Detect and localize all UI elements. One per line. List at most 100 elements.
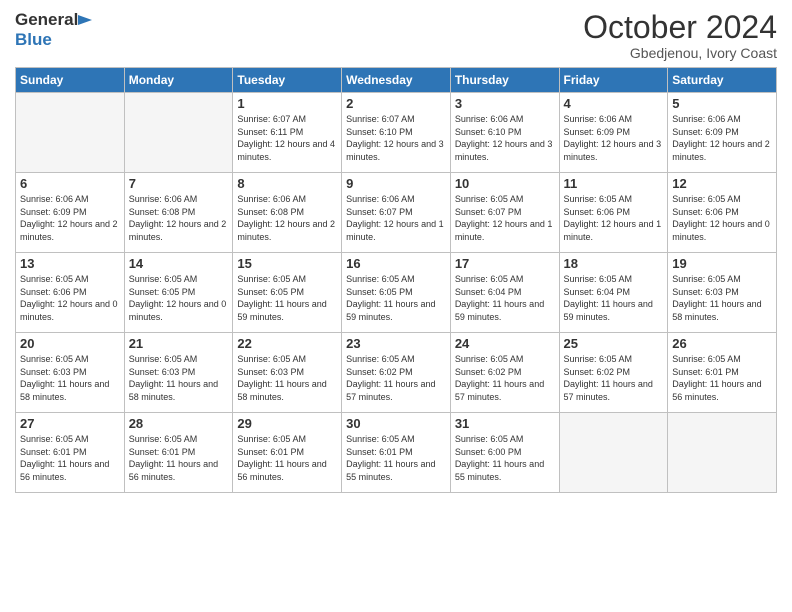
table-row: 29 Sunrise: 6:05 AMSunset: 6:01 PMDayligh… <box>233 413 342 493</box>
table-row: 31 Sunrise: 6:05 AMSunset: 6:00 PMDayligh… <box>450 413 559 493</box>
table-row: 26 Sunrise: 6:05 AMSunset: 6:01 PMDayligh… <box>668 333 777 413</box>
table-row: 11 Sunrise: 6:05 AMSunset: 6:06 PMDayligh… <box>559 173 668 253</box>
logo: General Blue <box>15 10 78 50</box>
table-row: 15 Sunrise: 6:05 AMSunset: 6:05 PMDayligh… <box>233 253 342 333</box>
calendar-week-row: 6Sunrise: 6:06 AMSunset: 6:09 PMDaylight… <box>16 173 777 253</box>
day-info: Sunrise: 6:05 AMSunset: 6:03 PMDaylight:… <box>129 353 229 403</box>
logo-bird-icon <box>78 10 92 30</box>
table-row <box>124 93 233 173</box>
table-row <box>16 93 125 173</box>
day-info: Sunrise: 6:06 AMSunset: 6:08 PMDaylight:… <box>129 193 229 243</box>
day-number: 29 <box>237 416 337 431</box>
day-info: Sunrise: 6:05 AMSunset: 6:06 PMDaylight:… <box>672 193 772 243</box>
calendar-week-row: 20 Sunrise: 6:05 AMSunset: 6:03 PMDayligh… <box>16 333 777 413</box>
logo-general: General <box>15 10 78 29</box>
day-number: 28 <box>129 416 229 431</box>
table-row: 12 Sunrise: 6:05 AMSunset: 6:06 PMDayligh… <box>668 173 777 253</box>
table-row <box>559 413 668 493</box>
col-friday: Friday <box>559 68 668 93</box>
col-saturday: Saturday <box>668 68 777 93</box>
table-row: 18 Sunrise: 6:05 AMSunset: 6:04 PMDayligh… <box>559 253 668 333</box>
day-info: Sunrise: 6:05 AMSunset: 6:02 PMDaylight:… <box>564 353 664 403</box>
table-row: 24Sunrise: 6:05 AMSunset: 6:02 PMDayligh… <box>450 333 559 413</box>
table-row: 8Sunrise: 6:06 AMSunset: 6:08 PMDaylight… <box>233 173 342 253</box>
table-row: 14 Sunrise: 6:05 AMSunset: 6:05 PMDayligh… <box>124 253 233 333</box>
day-info: Sunrise: 6:05 AMSunset: 6:01 PMDaylight:… <box>129 433 229 483</box>
table-row: 27 Sunrise: 6:05 AMSunset: 6:01 PMDayligh… <box>16 413 125 493</box>
table-row: 20 Sunrise: 6:05 AMSunset: 6:03 PMDayligh… <box>16 333 125 413</box>
table-row: 22Sunrise: 6:05 AMSunset: 6:03 PMDayligh… <box>233 333 342 413</box>
day-info: Sunrise: 6:05 AMSunset: 6:05 PMDaylight:… <box>129 273 229 323</box>
day-info: Sunrise: 6:05 AMSunset: 6:03 PMDaylight:… <box>237 353 337 403</box>
page: General Blue October 2024 Gbedjenou, Ivo… <box>0 0 792 612</box>
day-info: Sunrise: 6:05 AMSunset: 6:06 PMDaylight:… <box>564 193 664 243</box>
day-number: 31 <box>455 416 555 431</box>
day-info: Sunrise: 6:05 AMSunset: 6:01 PMDaylight:… <box>20 433 120 483</box>
day-info: Sunrise: 6:05 AMSunset: 6:05 PMDaylight:… <box>346 273 446 323</box>
col-tuesday: Tuesday <box>233 68 342 93</box>
day-info: Sunrise: 6:06 AMSunset: 6:10 PMDaylight:… <box>455 113 555 163</box>
logo-blue-text: Blue <box>15 30 52 50</box>
day-number: 11 <box>564 176 664 191</box>
table-row: 6Sunrise: 6:06 AMSunset: 6:09 PMDaylight… <box>16 173 125 253</box>
calendar-week-row: 27 Sunrise: 6:05 AMSunset: 6:01 PMDayligh… <box>16 413 777 493</box>
day-info: Sunrise: 6:05 AMSunset: 6:03 PMDaylight:… <box>20 353 120 403</box>
table-row: 2 Sunrise: 6:07 AMSunset: 6:10 PMDaylight… <box>342 93 451 173</box>
calendar-table: Sunday Monday Tuesday Wednesday Thursday… <box>15 67 777 493</box>
day-info: Sunrise: 6:05 AMSunset: 6:01 PMDaylight:… <box>237 433 337 483</box>
day-number: 20 <box>20 336 120 351</box>
month-title: October 2024 <box>583 10 777 45</box>
day-number: 9 <box>346 176 446 191</box>
table-row: 30Sunrise: 6:05 AMSunset: 6:01 PMDayligh… <box>342 413 451 493</box>
day-number: 12 <box>672 176 772 191</box>
day-info: Sunrise: 6:05 AMSunset: 6:00 PMDaylight:… <box>455 433 555 483</box>
table-row: 7Sunrise: 6:06 AMSunset: 6:08 PMDaylight… <box>124 173 233 253</box>
day-number: 14 <box>129 256 229 271</box>
day-number: 25 <box>564 336 664 351</box>
day-info: Sunrise: 6:07 AMSunset: 6:11 PMDaylight:… <box>237 113 337 163</box>
day-info: Sunrise: 6:05 AMSunset: 6:01 PMDaylight:… <box>672 353 772 403</box>
day-number: 26 <box>672 336 772 351</box>
day-info: Sunrise: 6:05 AMSunset: 6:06 PMDaylight:… <box>20 273 120 323</box>
day-info: Sunrise: 6:05 AMSunset: 6:02 PMDaylight:… <box>455 353 555 403</box>
day-number: 4 <box>564 96 664 111</box>
day-info: Sunrise: 6:06 AMSunset: 6:09 PMDaylight:… <box>564 113 664 163</box>
table-row: 25 Sunrise: 6:05 AMSunset: 6:02 PMDayligh… <box>559 333 668 413</box>
day-info: Sunrise: 6:05 AMSunset: 6:03 PMDaylight:… <box>672 273 772 323</box>
day-info: Sunrise: 6:06 AMSunset: 6:07 PMDaylight:… <box>346 193 446 243</box>
calendar-header-row: Sunday Monday Tuesday Wednesday Thursday… <box>16 68 777 93</box>
table-row: 16 Sunrise: 6:05 AMSunset: 6:05 PMDayligh… <box>342 253 451 333</box>
day-info: Sunrise: 6:07 AMSunset: 6:10 PMDaylight:… <box>346 113 446 163</box>
table-row: 28 Sunrise: 6:05 AMSunset: 6:01 PMDayligh… <box>124 413 233 493</box>
header: General Blue October 2024 Gbedjenou, Ivo… <box>15 10 777 61</box>
day-info: Sunrise: 6:05 AMSunset: 6:04 PMDaylight:… <box>564 273 664 323</box>
calendar-week-row: 1 Sunrise: 6:07 AMSunset: 6:11 PMDaylight… <box>16 93 777 173</box>
day-info: Sunrise: 6:05 AMSunset: 6:07 PMDaylight:… <box>455 193 555 243</box>
calendar-week-row: 13 Sunrise: 6:05 AMSunset: 6:06 PMDayligh… <box>16 253 777 333</box>
day-info: Sunrise: 6:06 AMSunset: 6:09 PMDaylight:… <box>672 113 772 163</box>
col-thursday: Thursday <box>450 68 559 93</box>
day-number: 18 <box>564 256 664 271</box>
day-number: 1 <box>237 96 337 111</box>
table-row: 4 Sunrise: 6:06 AMSunset: 6:09 PMDaylight… <box>559 93 668 173</box>
day-number: 10 <box>455 176 555 191</box>
table-row: 1 Sunrise: 6:07 AMSunset: 6:11 PMDaylight… <box>233 93 342 173</box>
day-number: 27 <box>20 416 120 431</box>
day-number: 16 <box>346 256 446 271</box>
table-row: 5Sunrise: 6:06 AMSunset: 6:09 PMDaylight… <box>668 93 777 173</box>
table-row: 23 Sunrise: 6:05 AMSunset: 6:02 PMDayligh… <box>342 333 451 413</box>
day-info: Sunrise: 6:05 AMSunset: 6:02 PMDaylight:… <box>346 353 446 403</box>
day-number: 13 <box>20 256 120 271</box>
col-wednesday: Wednesday <box>342 68 451 93</box>
day-number: 17 <box>455 256 555 271</box>
location-subtitle: Gbedjenou, Ivory Coast <box>583 45 777 61</box>
table-row: 21Sunrise: 6:05 AMSunset: 6:03 PMDayligh… <box>124 333 233 413</box>
table-row: 10 Sunrise: 6:05 AMSunset: 6:07 PMDayligh… <box>450 173 559 253</box>
day-number: 15 <box>237 256 337 271</box>
day-number: 23 <box>346 336 446 351</box>
day-number: 2 <box>346 96 446 111</box>
table-row: 17Sunrise: 6:05 AMSunset: 6:04 PMDayligh… <box>450 253 559 333</box>
day-info: Sunrise: 6:05 AMSunset: 6:05 PMDaylight:… <box>237 273 337 323</box>
table-row: 3Sunrise: 6:06 AMSunset: 6:10 PMDaylight… <box>450 93 559 173</box>
day-number: 8 <box>237 176 337 191</box>
